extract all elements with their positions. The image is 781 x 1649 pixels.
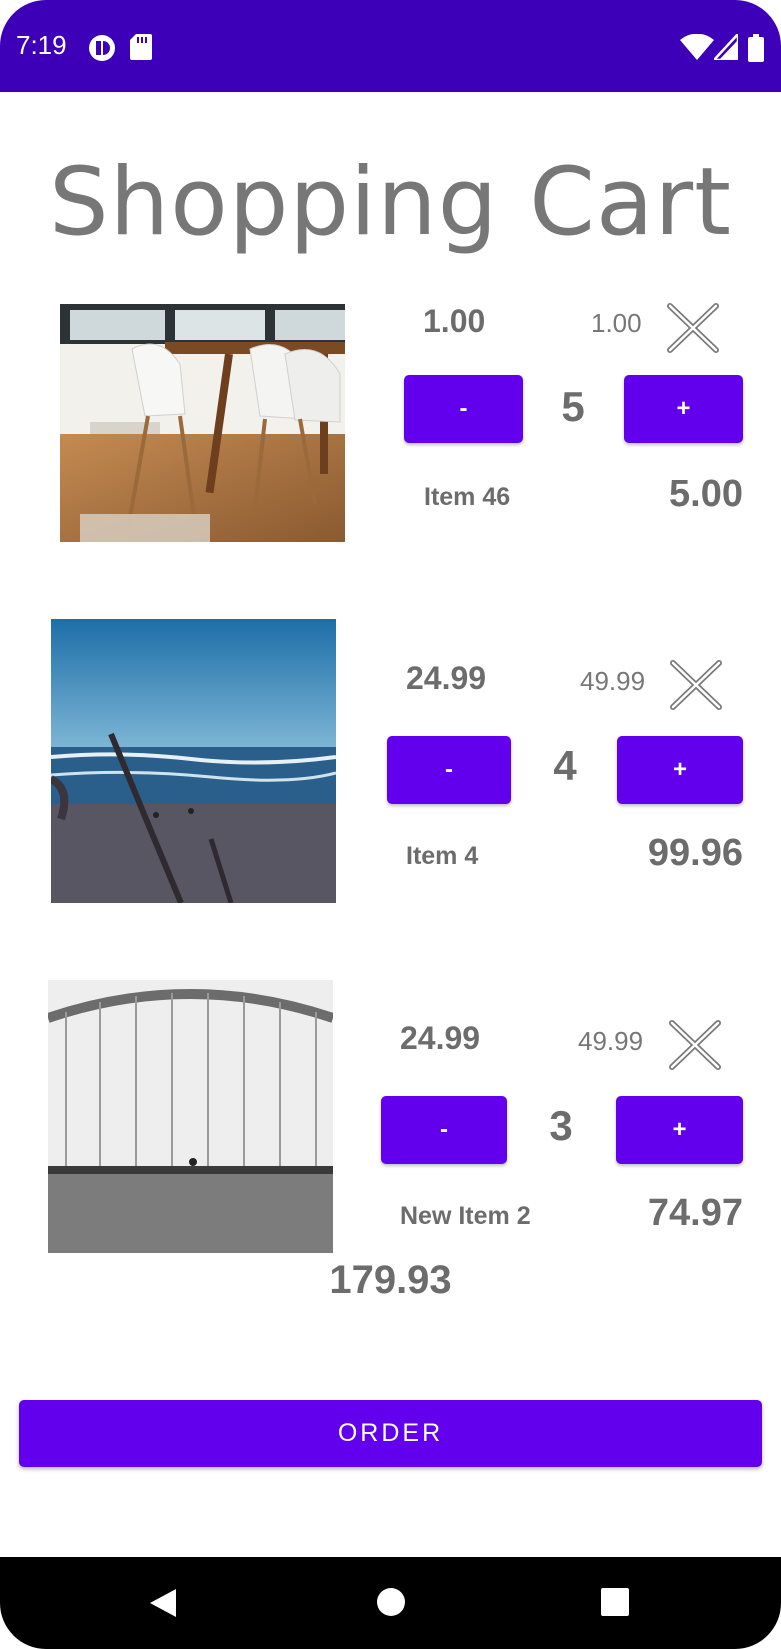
page-title: Shopping Cart <box>48 148 733 257</box>
home-icon[interactable] <box>376 1587 406 1622</box>
original-price: 49.99 <box>580 666 646 696</box>
cart-item: 24.99 49.99 - 3 + New Item 2 74.97 <box>0 978 781 1268</box>
order-button[interactable]: ORDER <box>19 1400 762 1467</box>
quantity-value: 5 <box>561 383 585 430</box>
decrease-quantity-button[interactable]: - <box>387 736 511 804</box>
item-subtotal: 5.00 <box>669 473 743 515</box>
item-name: Item 46 <box>424 483 511 511</box>
navigation-bar <box>0 1557 781 1649</box>
battery-icon <box>748 34 764 67</box>
recents-icon[interactable] <box>601 1588 629 1621</box>
unit-price: 24.99 <box>406 660 487 696</box>
product-image <box>60 304 345 542</box>
decrease-quantity-button[interactable]: - <box>381 1096 507 1164</box>
increase-quantity-button[interactable]: + <box>624 375 743 443</box>
status-bar: 7:19 <box>0 0 781 92</box>
item-name: New Item 2 <box>400 1202 531 1230</box>
increase-quantity-button[interactable]: + <box>617 736 743 804</box>
cart-item: 24.99 49.99 - 4 + Item 4 99.96 <box>0 618 781 908</box>
original-price: 49.99 <box>578 1026 644 1056</box>
app-notification-icon <box>88 34 116 67</box>
quantity-value: 4 <box>553 742 577 789</box>
item-subtotal: 74.97 <box>647 1192 743 1234</box>
sd-card-icon <box>130 34 152 65</box>
status-time: 7:19 <box>16 30 67 60</box>
item-name: Item 4 <box>406 842 479 870</box>
cart-total: 179.93 <box>329 1258 452 1302</box>
back-icon[interactable] <box>148 1587 178 1624</box>
quantity-value: 3 <box>549 1102 573 1149</box>
remove-item-icon[interactable] <box>666 303 720 353</box>
unit-price: 1.00 <box>423 303 486 339</box>
cart-item: 1.00 1.00 - 5 + Item 46 5.00 <box>0 303 781 593</box>
product-image <box>48 980 333 1253</box>
original-price: 1.00 <box>591 308 642 338</box>
unit-price: 24.99 <box>400 1020 481 1056</box>
increase-quantity-button[interactable]: + <box>616 1096 743 1164</box>
item-subtotal: 99.96 <box>647 832 743 874</box>
remove-item-icon[interactable] <box>669 660 723 710</box>
wifi-icon <box>680 33 714 65</box>
decrease-quantity-button[interactable]: - <box>404 375 523 443</box>
remove-item-icon[interactable] <box>668 1020 722 1070</box>
product-image <box>51 619 336 903</box>
signal-icon <box>711 30 740 65</box>
